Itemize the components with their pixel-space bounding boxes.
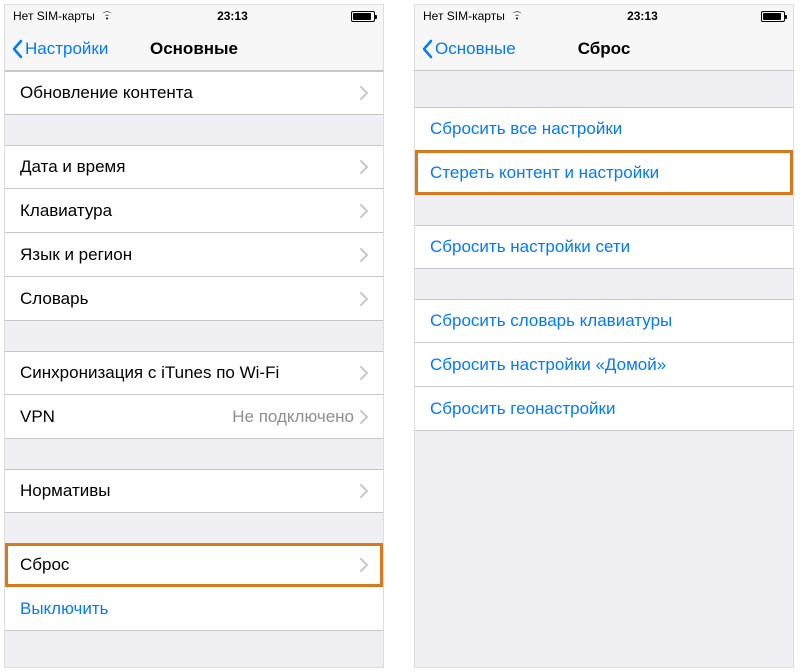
carrier-text: Нет SIM-карты (423, 9, 505, 23)
settings-row[interactable]: Сбросить геонастройки (415, 387, 793, 431)
settings-row[interactable]: VPNНе подключено (5, 395, 383, 439)
settings-row[interactable]: Сбросить настройки «Домой» (415, 343, 793, 387)
settings-row[interactable]: Стереть контент и настройки (415, 151, 793, 195)
chevron-right-icon (360, 204, 368, 218)
row-value: Не подключено (232, 407, 354, 427)
back-button[interactable]: Основные (415, 39, 516, 59)
scroll-area-left[interactable]: Обновление контента Дата и время Клавиатур… (5, 71, 383, 667)
row-label: Синхронизация с iTunes по Wi-Fi (20, 363, 360, 383)
row-label: Обновление контента (20, 83, 360, 103)
clock: 23:13 (217, 9, 248, 23)
settings-row[interactable]: Сбросить настройки сети (415, 225, 793, 269)
settings-group: Сбросить словарь клавиатуры Сбросить наст… (415, 299, 793, 431)
settings-row[interactable]: Язык и регион (5, 233, 383, 277)
chevron-right-icon (360, 410, 368, 424)
phone-reset: Нет SIM-карты 23:13 Основные Сброс Сброс… (414, 4, 794, 668)
row-label: Сбросить настройки «Домой» (430, 355, 778, 375)
settings-row[interactable]: Дата и время (5, 145, 383, 189)
settings-row[interactable]: Сброс (5, 543, 383, 587)
settings-group: Сброс Выключить (5, 543, 383, 631)
chevron-right-icon (360, 558, 368, 572)
scroll-area-right[interactable]: Сбросить все настройки Стереть контент и … (415, 71, 793, 667)
settings-row[interactable]: Сбросить все настройки (415, 107, 793, 151)
phone-general: Нет SIM-карты 23:13 Настройки Основные О… (4, 4, 384, 668)
settings-row[interactable]: Нормативы (5, 469, 383, 513)
settings-group: Обновление контента (5, 71, 383, 115)
nav-bar: Основные Сброс (415, 27, 793, 71)
settings-row[interactable]: Выключить (5, 587, 383, 631)
chevron-left-icon (11, 39, 23, 59)
clock: 23:13 (627, 9, 658, 23)
wifi-icon (510, 9, 524, 23)
settings-group: Синхронизация с iTunes по Wi-Fi VPNНе под… (5, 351, 383, 439)
row-label: VPN (20, 407, 232, 427)
settings-group: Сбросить настройки сети (415, 225, 793, 269)
row-label: Сбросить все настройки (430, 119, 778, 139)
settings-group: Сбросить все настройки Стереть контент и … (415, 107, 793, 195)
settings-group: Нормативы (5, 469, 383, 513)
back-button[interactable]: Настройки (5, 39, 108, 59)
chevron-right-icon (360, 248, 368, 262)
row-label: Нормативы (20, 481, 360, 501)
row-label: Дата и время (20, 157, 360, 177)
chevron-right-icon (360, 86, 368, 100)
wifi-icon (100, 9, 114, 23)
back-label: Основные (435, 39, 516, 59)
settings-row[interactable]: Обновление контента (5, 71, 383, 115)
chevron-right-icon (360, 160, 368, 174)
row-label: Сбросить настройки сети (430, 237, 778, 257)
status-bar: Нет SIM-карты 23:13 (415, 5, 793, 27)
settings-row[interactable]: Словарь (5, 277, 383, 321)
row-label: Язык и регион (20, 245, 360, 265)
settings-row[interactable]: Сбросить словарь клавиатуры (415, 299, 793, 343)
settings-row[interactable]: Клавиатура (5, 189, 383, 233)
chevron-right-icon (360, 292, 368, 306)
battery-icon (351, 11, 375, 22)
battery-icon (761, 11, 785, 22)
row-label: Сбросить словарь клавиатуры (430, 311, 778, 331)
settings-group: Дата и время Клавиатура Язык и регион Слова… (5, 145, 383, 321)
nav-bar: Настройки Основные (5, 27, 383, 71)
chevron-right-icon (360, 484, 368, 498)
row-label: Сброс (20, 555, 360, 575)
back-label: Настройки (25, 39, 108, 59)
carrier-text: Нет SIM-карты (13, 9, 95, 23)
row-label: Стереть контент и настройки (430, 163, 778, 183)
chevron-left-icon (421, 39, 433, 59)
chevron-right-icon (360, 366, 368, 380)
status-bar: Нет SIM-карты 23:13 (5, 5, 383, 27)
row-label: Сбросить геонастройки (430, 399, 778, 419)
row-label: Словарь (20, 289, 360, 309)
row-label: Выключить (20, 599, 368, 619)
settings-row[interactable]: Синхронизация с iTunes по Wi-Fi (5, 351, 383, 395)
row-label: Клавиатура (20, 201, 360, 221)
